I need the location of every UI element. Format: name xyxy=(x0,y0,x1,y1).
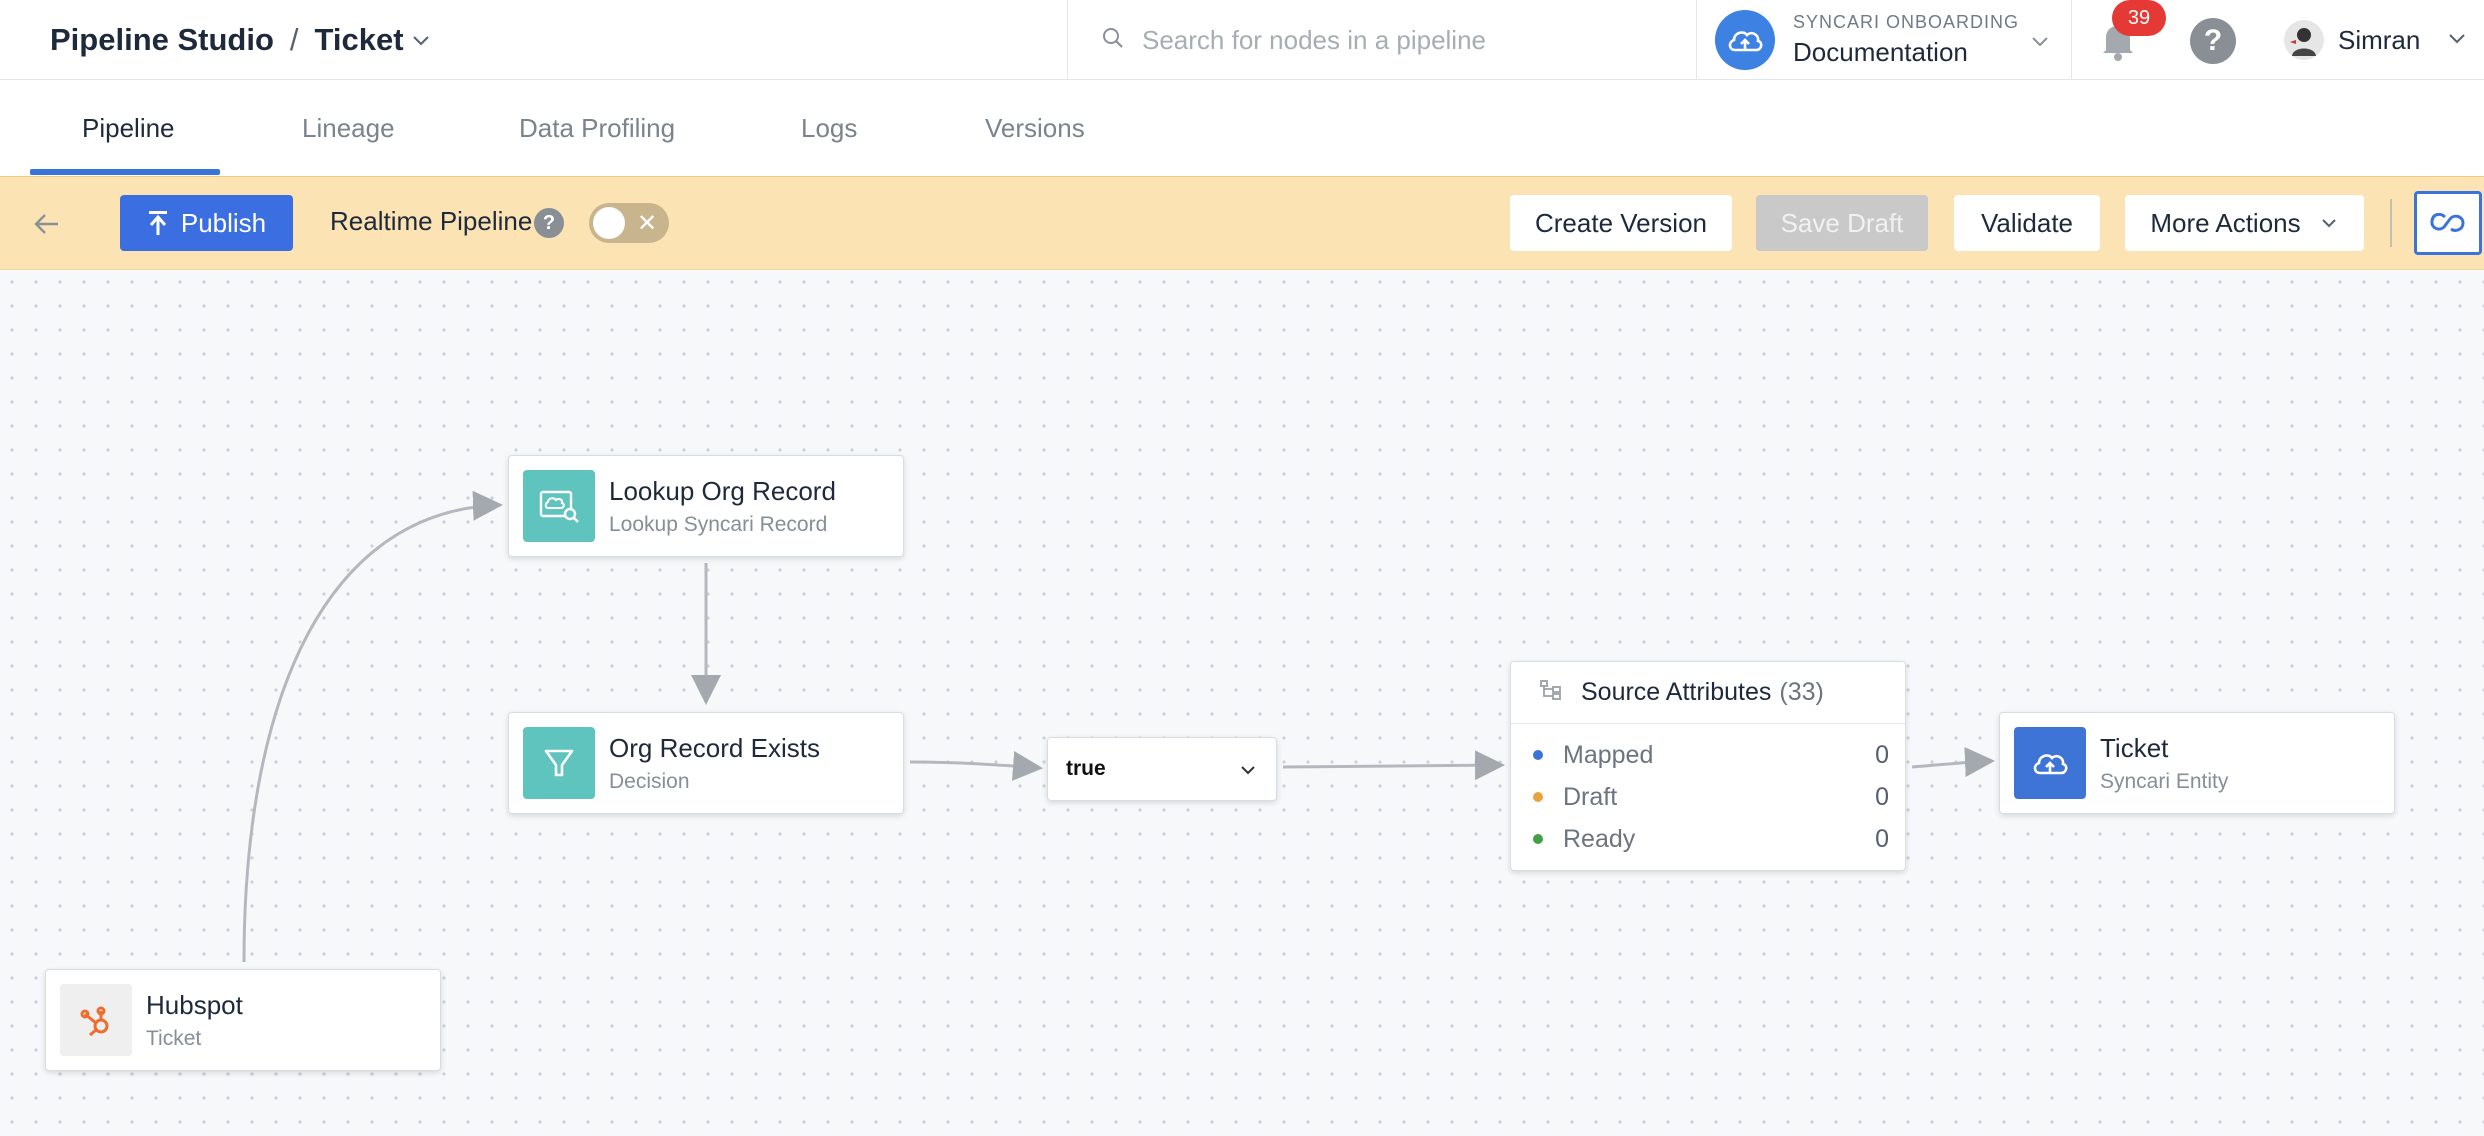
branch-condition-select[interactable]: true xyxy=(1047,737,1277,801)
breadcrumb-separator: / xyxy=(289,22,299,57)
attribute-label: Ready xyxy=(1563,824,1636,853)
status-dot xyxy=(1533,834,1543,844)
node-title: Ticket xyxy=(2100,732,2169,763)
status-dot xyxy=(1533,750,1543,760)
save-draft-button[interactable]: Save Draft xyxy=(1756,195,1928,251)
attribute-row-draft: Draft 0 xyxy=(1511,776,1905,818)
more-actions-label: More Actions xyxy=(2150,207,2301,238)
node-subtitle: Ticket xyxy=(146,1026,202,1050)
search-icon xyxy=(1100,25,1126,56)
back-arrow-icon[interactable] xyxy=(30,207,64,246)
breadcrumb: Pipeline Studio / Ticket xyxy=(50,0,432,80)
node-title: Hubspot xyxy=(146,989,243,1020)
attribute-label: Draft xyxy=(1563,782,1618,811)
validate-button[interactable]: Validate xyxy=(1954,195,2100,251)
create-version-button[interactable]: Create Version xyxy=(1510,195,1732,251)
syncari-cloud-icon xyxy=(1715,10,1775,70)
notification-count-badge: 39 xyxy=(2112,0,2166,36)
user-menu[interactable]: Simran xyxy=(2284,0,2468,80)
attribute-row-ready: Ready 0 xyxy=(1511,818,1905,860)
node-subtitle: Syncari Entity xyxy=(2100,769,2229,793)
chevron-down-icon[interactable] xyxy=(410,29,432,51)
tab-pipeline[interactable]: Pipeline xyxy=(82,81,175,176)
chevron-down-icon xyxy=(2319,213,2339,233)
edge-hubspot-to-lookup xyxy=(242,490,503,963)
more-actions-button[interactable]: More Actions xyxy=(2125,195,2364,251)
realtime-pipeline-label: Realtime Pipeline xyxy=(330,206,533,236)
source-attributes-count: (33) xyxy=(1779,678,1824,706)
branch-condition-value: true xyxy=(1066,757,1106,780)
source-attributes-title: Source Attributes xyxy=(1581,678,1772,706)
node-subtitle: Decision xyxy=(609,769,690,793)
chevron-down-icon xyxy=(1238,760,1258,786)
breadcrumb-root[interactable]: Pipeline Studio xyxy=(50,22,274,58)
toggle-knob xyxy=(593,207,625,239)
top-header: Pipeline Studio / Ticket Search for node… xyxy=(0,0,2484,80)
tab-data-profiling[interactable]: Data Profiling xyxy=(519,81,675,176)
cloud-entity-icon xyxy=(2014,727,2086,799)
tab-lineage[interactable]: Lineage xyxy=(302,81,395,176)
attribute-label: Mapped xyxy=(1563,740,1654,769)
edge-branch-to-attributes xyxy=(1282,750,1505,781)
node-org-record-exists[interactable]: Org Record Exists Decision xyxy=(508,712,904,814)
tab-versions[interactable]: Versions xyxy=(985,81,1085,176)
tab-bar: Pipeline Lineage Data Profiling Logs Ver… xyxy=(0,81,2484,176)
avatar xyxy=(2284,20,2324,60)
edge-attributes-to-ticket xyxy=(1911,747,1995,777)
node-hubspot-source[interactable]: Hubspot Ticket xyxy=(45,969,441,1071)
link-icon[interactable] xyxy=(2414,191,2482,255)
source-attributes-card[interactable]: Source Attributes (33) Mapped 0 Draft 0 … xyxy=(1510,661,1906,871)
search-input[interactable]: Search for nodes in a pipeline xyxy=(1067,0,1697,80)
publish-button[interactable]: Publish xyxy=(120,195,293,251)
pipeline-canvas[interactable]: Lookup Org Record Lookup Syncari Record … xyxy=(0,270,2484,1136)
realtime-help-icon[interactable]: ? xyxy=(534,208,564,238)
search-placeholder: Search for nodes in a pipeline xyxy=(1142,24,1487,55)
toolbar-divider xyxy=(2390,199,2392,247)
chevron-down-icon xyxy=(2446,27,2468,54)
node-ticket-entity[interactable]: Ticket Syncari Entity xyxy=(1999,712,2395,814)
pipeline-toolbar: Publish Realtime Pipeline ? ✕ Create Ver… xyxy=(0,176,2484,270)
attribute-value: 0 xyxy=(1875,824,1889,853)
user-name: Simran xyxy=(2338,24,2421,55)
status-dot xyxy=(1533,792,1543,802)
source-attributes-header: Source Attributes (33) xyxy=(1511,662,1905,724)
hierarchy-icon xyxy=(1539,679,1563,706)
toggle-off-icon: ✕ xyxy=(637,210,658,237)
publish-label: Publish xyxy=(180,207,267,238)
attribute-row-mapped: Mapped 0 xyxy=(1511,734,1905,776)
filter-funnel-icon xyxy=(523,727,595,799)
active-tab-indicator xyxy=(30,169,220,175)
node-subtitle: Lookup Syncari Record xyxy=(609,512,828,536)
node-title: Org Record Exists xyxy=(609,732,820,763)
upload-icon xyxy=(147,210,169,236)
help-icon[interactable]: ? xyxy=(2190,18,2236,64)
tab-logs[interactable]: Logs xyxy=(801,81,857,176)
attribute-value: 0 xyxy=(1875,782,1889,811)
realtime-toggle[interactable]: ✕ xyxy=(589,203,669,243)
attribute-value: 0 xyxy=(1875,740,1889,769)
breadcrumb-current[interactable]: Ticket xyxy=(315,22,404,58)
org-switcher[interactable]: SYNCARI ONBOARDING Documentation xyxy=(1697,0,2072,80)
chevron-down-icon xyxy=(2029,30,2051,57)
org-space: Documentation xyxy=(1793,37,1968,67)
node-lookup-org-record[interactable]: Lookup Org Record Lookup Syncari Record xyxy=(508,455,904,557)
hubspot-logo-icon xyxy=(60,984,132,1056)
node-title: Lookup Org Record xyxy=(609,475,836,506)
lookup-record-icon xyxy=(523,470,595,542)
edge-decision-to-branch xyxy=(909,751,1043,781)
org-name: SYNCARI ONBOARDING xyxy=(1793,12,2020,32)
